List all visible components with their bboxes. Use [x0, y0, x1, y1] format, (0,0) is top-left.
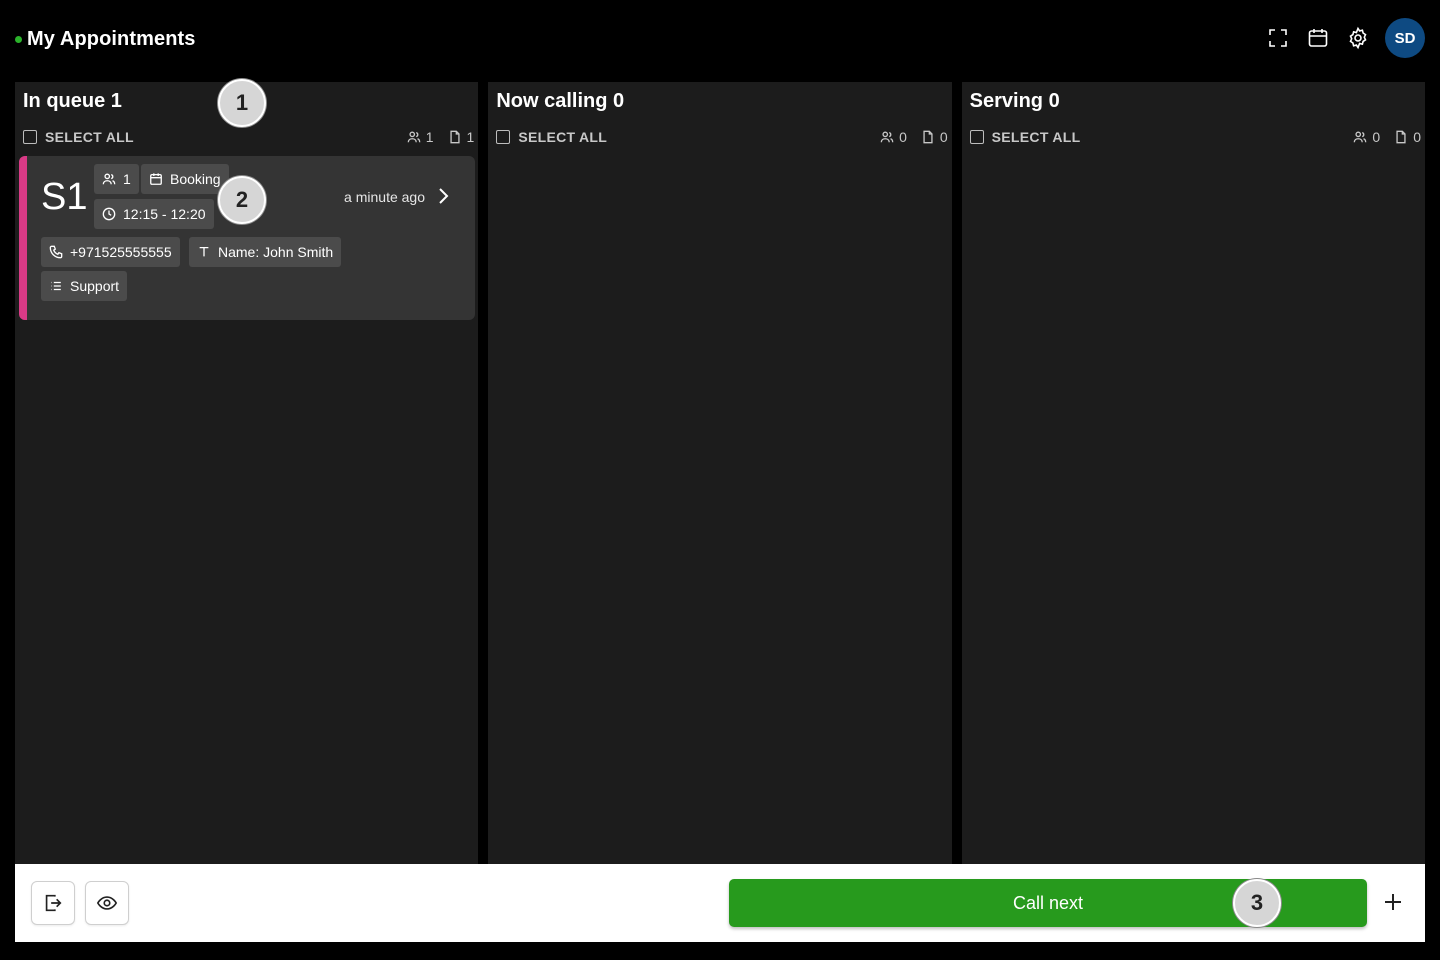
select-all-label: SELECT ALL [45, 129, 134, 145]
logout-button[interactable] [31, 881, 75, 925]
ticket-relative-time: a minute ago [344, 189, 425, 205]
select-all-checkbox[interactable] [496, 130, 511, 144]
step-marker-3: 3 [1233, 879, 1281, 927]
select-all-control[interactable]: SELECT ALL [496, 129, 607, 145]
list-icon [51, 281, 61, 291]
phone-chip: +971525555555 [41, 237, 180, 267]
people-icon [1354, 131, 1367, 143]
page-title: My Appointments [27, 28, 196, 50]
column-counts: 0 0 [1353, 129, 1421, 145]
add-button[interactable] [1381, 888, 1405, 916]
select-all-label: SELECT ALL [991, 129, 1081, 145]
column-toolbar: SELECT ALL 0 0 [496, 128, 948, 146]
clock-icon [102, 207, 116, 221]
calendar-icon[interactable] [1305, 25, 1331, 51]
booking-chip: Booking [141, 164, 229, 194]
people-count: 1 [407, 129, 434, 145]
logout-icon [45, 894, 62, 912]
document-icon [449, 130, 460, 144]
select-all-control[interactable]: SELECT ALL [969, 129, 1081, 145]
people-count: 0 [880, 129, 907, 145]
customer-name-chip: Name: John Smith [189, 237, 342, 267]
phone-icon [49, 245, 63, 259]
document-icon [1396, 130, 1406, 144]
document-icon [923, 130, 933, 144]
select-all-control[interactable]: SELECT ALL [23, 129, 134, 145]
column-title: Serving 0 [969, 90, 1060, 112]
calendar-icon [150, 173, 162, 185]
ticket-accent-bar [19, 156, 27, 320]
bottom-action-bar: Call next [15, 864, 1425, 942]
time-range-chip: 12:15 - 12:20 [94, 199, 214, 229]
column-serving: Serving 0 SELECT ALL 0 0 [961, 82, 1425, 864]
header-actions: SD [1265, 18, 1425, 58]
ticket-number: S1 [41, 176, 88, 218]
party-size-chip: 1 [94, 164, 139, 194]
title-area: My Appointments [15, 28, 196, 51]
people-count: 0 [1353, 129, 1380, 145]
step-marker-1: 1 [218, 79, 266, 127]
people-icon [407, 131, 421, 143]
column-counts: 0 0 [880, 129, 948, 145]
column-title: Now calling 0 [496, 90, 625, 112]
people-icon [102, 173, 116, 185]
document-count: 0 [921, 129, 948, 145]
document-count: 0 [1394, 129, 1421, 145]
gear-icon[interactable] [1345, 25, 1371, 51]
service-chip: Support [41, 271, 128, 301]
fullscreen-icon[interactable] [1265, 25, 1291, 51]
view-button[interactable] [85, 881, 129, 925]
online-status-dot [15, 36, 22, 43]
people-icon [880, 131, 894, 143]
select-all-checkbox[interactable] [23, 130, 37, 144]
select-all-label: SELECT ALL [518, 129, 608, 145]
document-count: 1 [448, 129, 474, 145]
plus-icon [1385, 894, 1401, 910]
eye-icon [96, 896, 118, 910]
select-all-checkbox[interactable] [969, 130, 984, 144]
chevron-right-icon[interactable] [435, 186, 451, 206]
column-title: In queue 1 [23, 90, 122, 112]
top-bar: My Appointments SD [0, 0, 1440, 78]
avatar[interactable]: SD [1385, 18, 1425, 58]
text-icon [199, 246, 209, 257]
step-marker-2: 2 [218, 176, 266, 224]
column-toolbar: SELECT ALL 0 0 [969, 128, 1421, 146]
column-counts: 1 1 [407, 129, 474, 145]
column-toolbar: SELECT ALL 1 1 [23, 128, 474, 146]
column-now-calling: Now calling 0 SELECT ALL 0 0 [488, 82, 952, 864]
